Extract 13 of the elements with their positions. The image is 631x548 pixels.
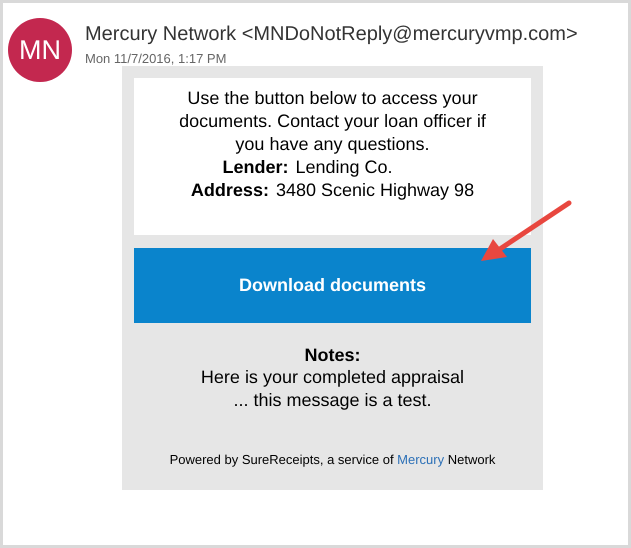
date: Mon 11/7/2016, 1:17 PM xyxy=(85,51,228,66)
field-label: Lender: xyxy=(222,156,288,179)
intro-text: Use the button below to access your documents. Contact your loan officer if you have any questions. xyxy=(178,87,487,156)
sender: Mercury Network <MNDoNotReply@mercuryvmp.com> xyxy=(85,23,578,46)
mercury-link[interactable]: Mercury xyxy=(397,452,444,467)
notes-title: Notes: xyxy=(303,345,362,366)
footer-text: Powered by SureReceipts, a service of Mercury Network xyxy=(168,452,496,467)
notes-text: Here is your completed appraisal ... this message is a test. xyxy=(200,366,466,412)
field-value: Lending Co. xyxy=(295,156,393,179)
field-value: 3480 Scenic Highway 98 xyxy=(276,179,474,202)
download-button[interactable]: Download documents xyxy=(134,248,531,323)
field-label: Address: xyxy=(190,179,269,202)
avatar: MN xyxy=(8,18,72,82)
